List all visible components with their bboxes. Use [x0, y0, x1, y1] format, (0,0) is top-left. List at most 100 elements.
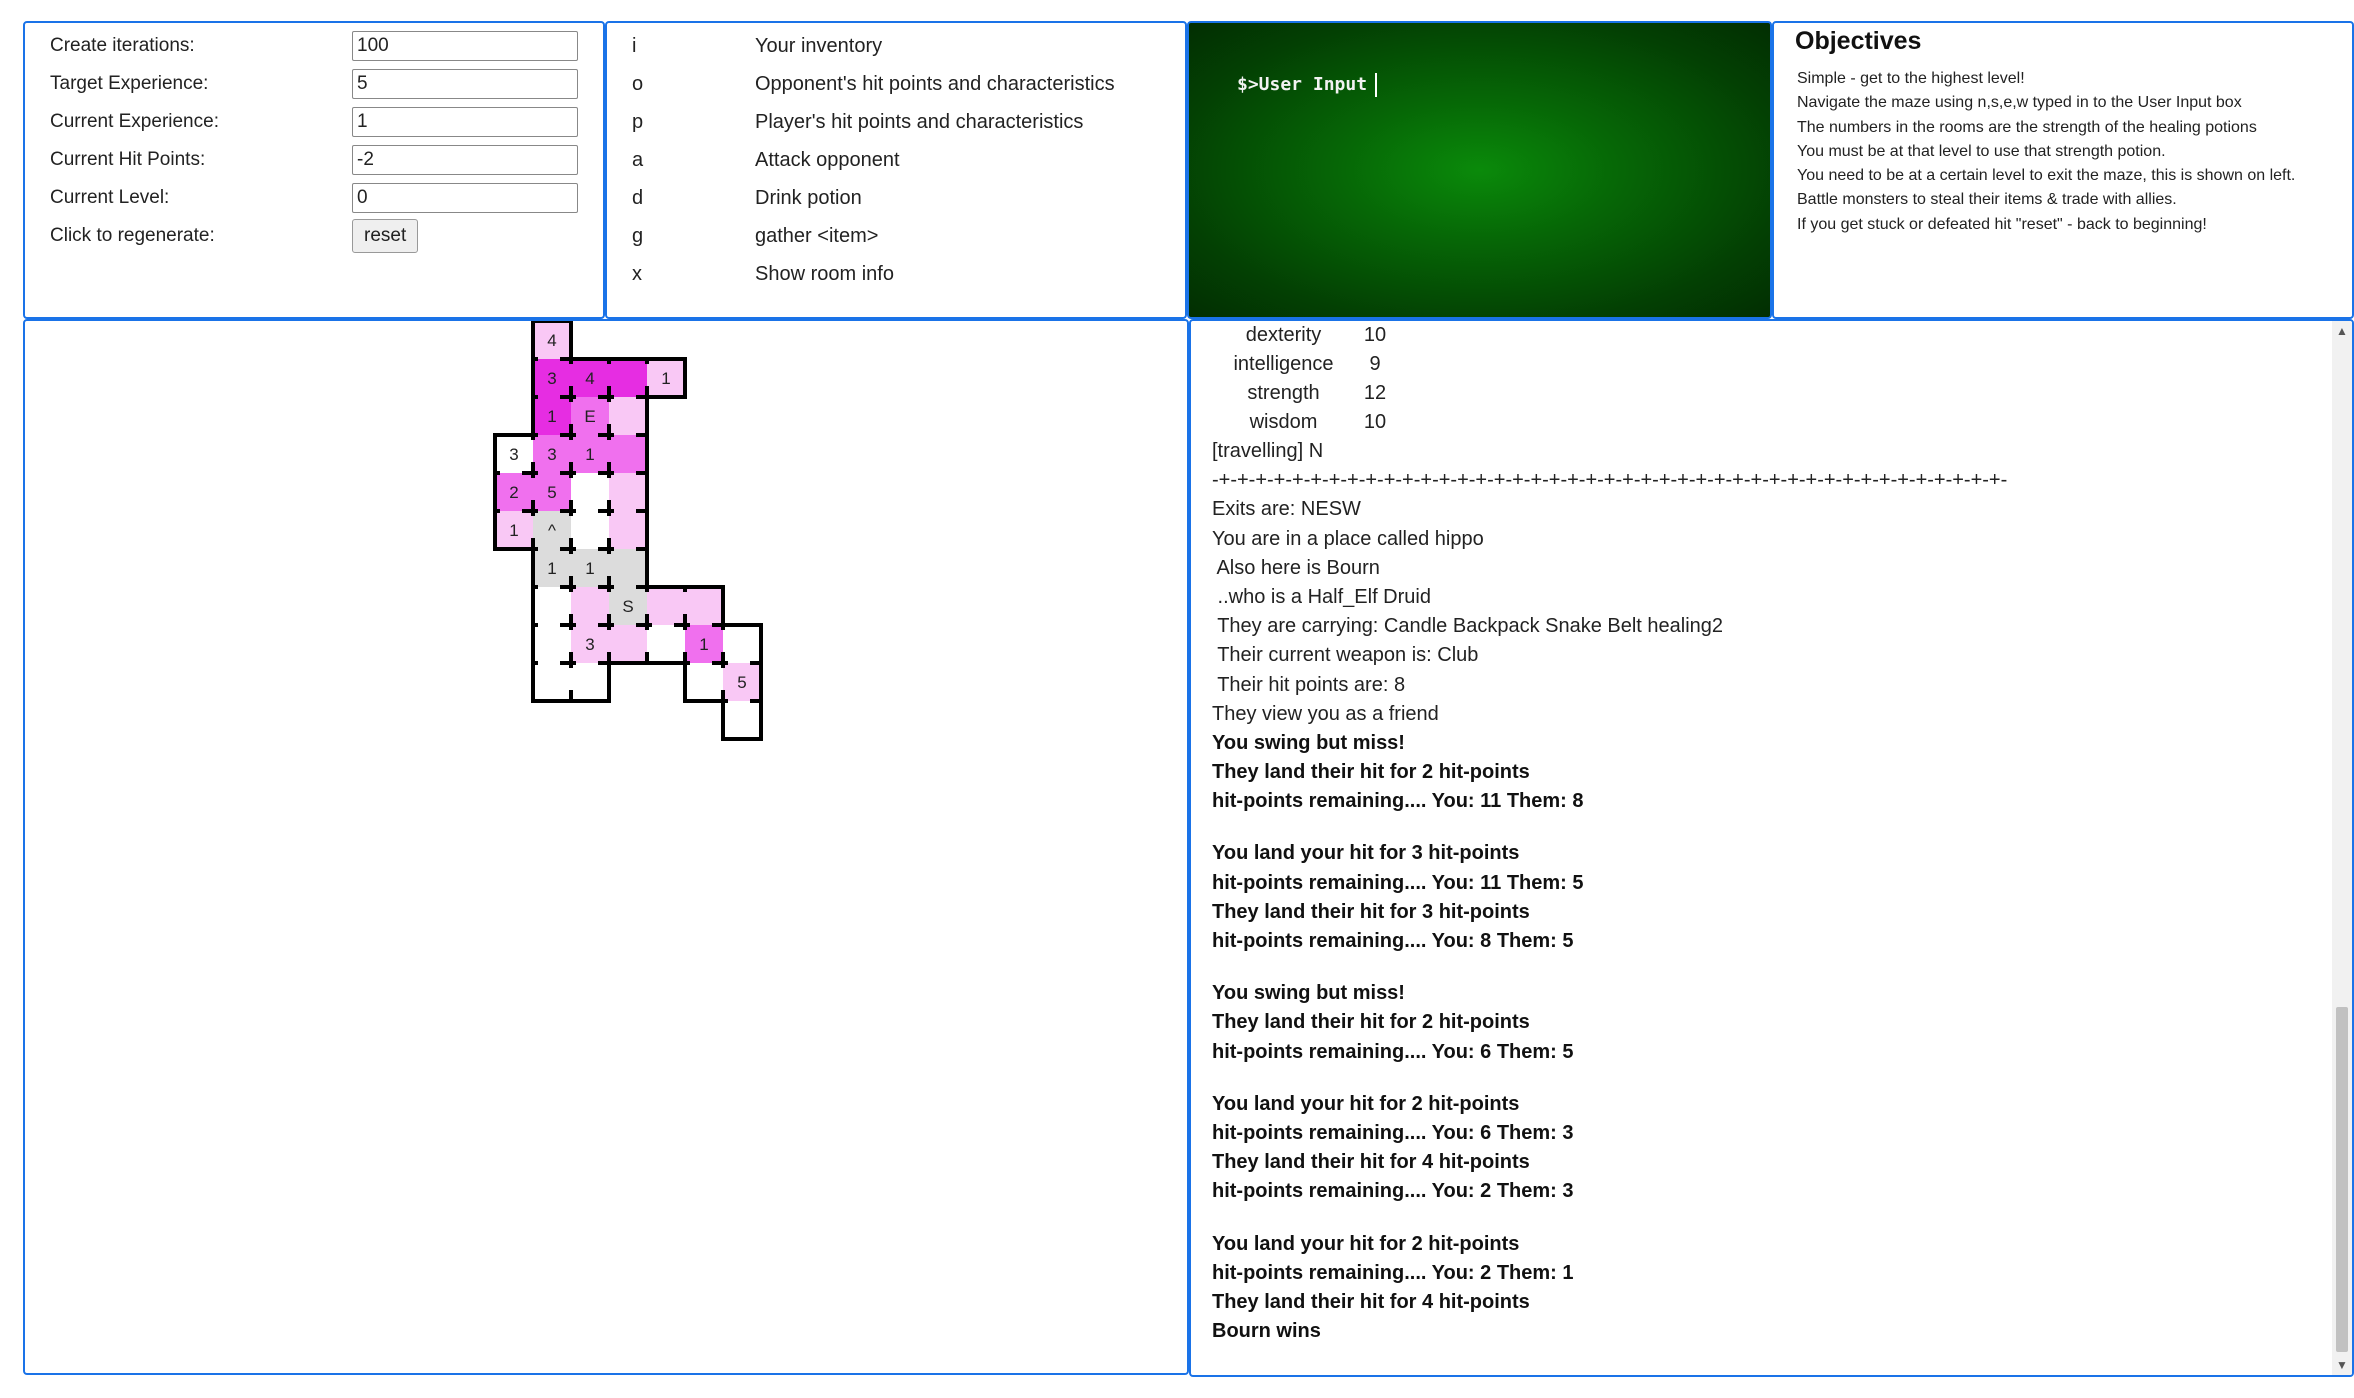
combat-line: They land their hit for 2 hit-points [1212, 1011, 1530, 1034]
log-line: ..who is a Half_Elf Druid [1212, 585, 1431, 608]
current-experience-label: Current Experience: [50, 111, 219, 132]
combat-line: hit-points remaining.... You: 11 Them: 5 [1212, 871, 1584, 894]
iterations-input[interactable] [352, 31, 578, 61]
maze-room [533, 663, 571, 701]
room-label: S [622, 597, 633, 616]
room-label: 1 [585, 445, 594, 464]
maze-room [647, 587, 685, 625]
command-key: o [632, 72, 644, 95]
combat-line: hit-points remaining.... You: 2 Them: 3 [1212, 1180, 1574, 1203]
log-line: Their current weapon is: Club [1212, 644, 1479, 667]
reset-button[interactable]: reset [352, 219, 419, 253]
maze-panel: 4 3 4 1 1 E 3 3 1 2 5 1 ^ 1 1 S 3 1 5 [23, 319, 1189, 1375]
maze-room [533, 625, 571, 663]
target-experience-input[interactable] [352, 69, 578, 99]
combat-line: You land your hit for 3 hit-points [1212, 842, 1520, 865]
combat-line: hit-points remaining.... You: 6 Them: 3 [1212, 1121, 1574, 1144]
text-caret [1375, 73, 1378, 97]
current-experience-row: Current Experience: [50, 105, 578, 139]
command-row: i Your inventory [632, 31, 882, 61]
command-description: Your inventory [755, 34, 883, 57]
room-label: 1 [547, 407, 556, 426]
stat-row: dexterity 10 [1212, 321, 2312, 350]
scroll-down-arrow-icon[interactable]: ▼ [2332, 1355, 2352, 1375]
maze-room [685, 663, 723, 701]
room-label: 1 [585, 559, 594, 578]
maze-room [571, 587, 609, 625]
objective-item: Navigate the maze using n,s,e,w typed in… [1797, 94, 2242, 112]
maze-room [533, 587, 571, 625]
command-key: a [632, 148, 644, 171]
objectives-title: Objectives [1795, 27, 1922, 55]
room-label: 1 [547, 559, 556, 578]
combat-line: They land their hit for 2 hit-points [1212, 761, 1530, 784]
stat-value: 12 [1363, 382, 1387, 404]
room-label: E [584, 407, 595, 426]
stat-name: dexterity [1245, 324, 1322, 346]
objective-item: You need to be at a certain level to exi… [1797, 167, 2296, 185]
maze-map: 4 3 4 1 1 E 3 3 1 2 5 1 ^ 1 1 S 3 1 5 [493, 321, 763, 741]
objective-item: Simple - get to the highest level! [1797, 70, 2025, 87]
objective-item: You must be at that level to use that st… [1797, 142, 2166, 160]
room-label: 1 [661, 369, 670, 388]
log-line: You are in a place called hippo [1212, 527, 1484, 550]
command-description: Player's hit points and characteristics [755, 110, 1084, 133]
combat-line: You land your hit for 2 hit-points [1212, 1232, 1520, 1255]
log-line: Also here is Bourn [1212, 556, 1380, 579]
hit-points-input[interactable] [352, 145, 578, 175]
current-experience-input[interactable] [352, 107, 578, 137]
maze-room [685, 587, 723, 625]
commands-panel: i Your inventory o Opponent's hit points… [605, 21, 1187, 319]
room-label: 1 [509, 521, 518, 540]
room-label: 3 [547, 445, 556, 464]
terminal-prompt[interactable]: $>User Input [1237, 73, 1378, 97]
room-label: 3 [547, 369, 556, 388]
user-input-terminal[interactable]: $>User Input [1187, 21, 1772, 319]
current-level-input[interactable] [352, 183, 578, 213]
scroll-up-arrow-icon[interactable]: ▲ [2332, 321, 2352, 341]
regenerate-row: Click to regenerate: reset [50, 219, 419, 253]
combat-line: You swing but miss! [1212, 731, 1405, 754]
command-description: Attack opponent [755, 148, 900, 171]
iterations-row: Create iterations: [50, 29, 578, 63]
combat-line: hit-points remaining.... You: 2 Them: 1 [1212, 1261, 1574, 1284]
prompt-text: $>User Input [1237, 74, 1368, 95]
current-level-row: Current Level: [50, 181, 578, 215]
combat-line: hit-points remaining.... You: 11 Them: 8 [1212, 790, 1584, 813]
combat-line: hit-points remaining.... You: 8 Them: 5 [1212, 930, 1574, 952]
combat-line: You swing but miss! [1212, 982, 1405, 1005]
stat-name: strength [1247, 382, 1320, 404]
maze-room [723, 625, 761, 663]
hit-points-label: Current Hit Points: [50, 149, 206, 170]
stat-value: 10 [1363, 411, 1387, 433]
command-row: x Show room info [632, 259, 894, 289]
objectives-list: Simple - get to the highest level! Navig… [1797, 67, 2295, 237]
combat-line: They land their hit for 4 hit-points [1212, 1151, 1530, 1174]
combat-line: They land their hit for 4 hit-points [1212, 1290, 1530, 1313]
hit-points-row: Current Hit Points: [50, 143, 578, 177]
command-description: Opponent's hit points and characteristic… [755, 72, 1115, 95]
command-description: Show room info [755, 262, 894, 285]
combat-result: Bourn wins [1212, 1320, 1321, 1343]
log-line: They view you as a friend [1212, 702, 1439, 725]
room-label: 3 [509, 445, 518, 464]
maze-room [609, 397, 647, 435]
maze-room [571, 473, 609, 511]
game-log-panel[interactable]: dexterity 10 intelligence 9 strength 12 … [1189, 319, 2354, 1377]
room-label: 5 [737, 673, 746, 692]
target-experience-row: Target Experience: [50, 67, 578, 101]
room-label: 4 [547, 331, 556, 350]
objective-item: If you get stuck or defeated hit "reset"… [1797, 215, 2207, 233]
scrollbar-thumb[interactable] [2336, 1007, 2348, 1352]
log-scrollbar[interactable]: ▲ ▼ [2332, 321, 2352, 1375]
log-line: Their hit points are: 8 [1212, 673, 1406, 696]
command-key: x [632, 262, 642, 285]
log-line: [travelling] N [1212, 440, 1324, 462]
command-row: g gather <item> [632, 221, 878, 251]
stat-row: strength 12 [1212, 379, 2312, 408]
maze-room [609, 435, 647, 473]
command-description: Drink potion [755, 186, 862, 209]
command-description: gather <item> [755, 224, 879, 247]
stat-row: intelligence 9 [1212, 350, 2312, 379]
maze-room [647, 625, 685, 663]
